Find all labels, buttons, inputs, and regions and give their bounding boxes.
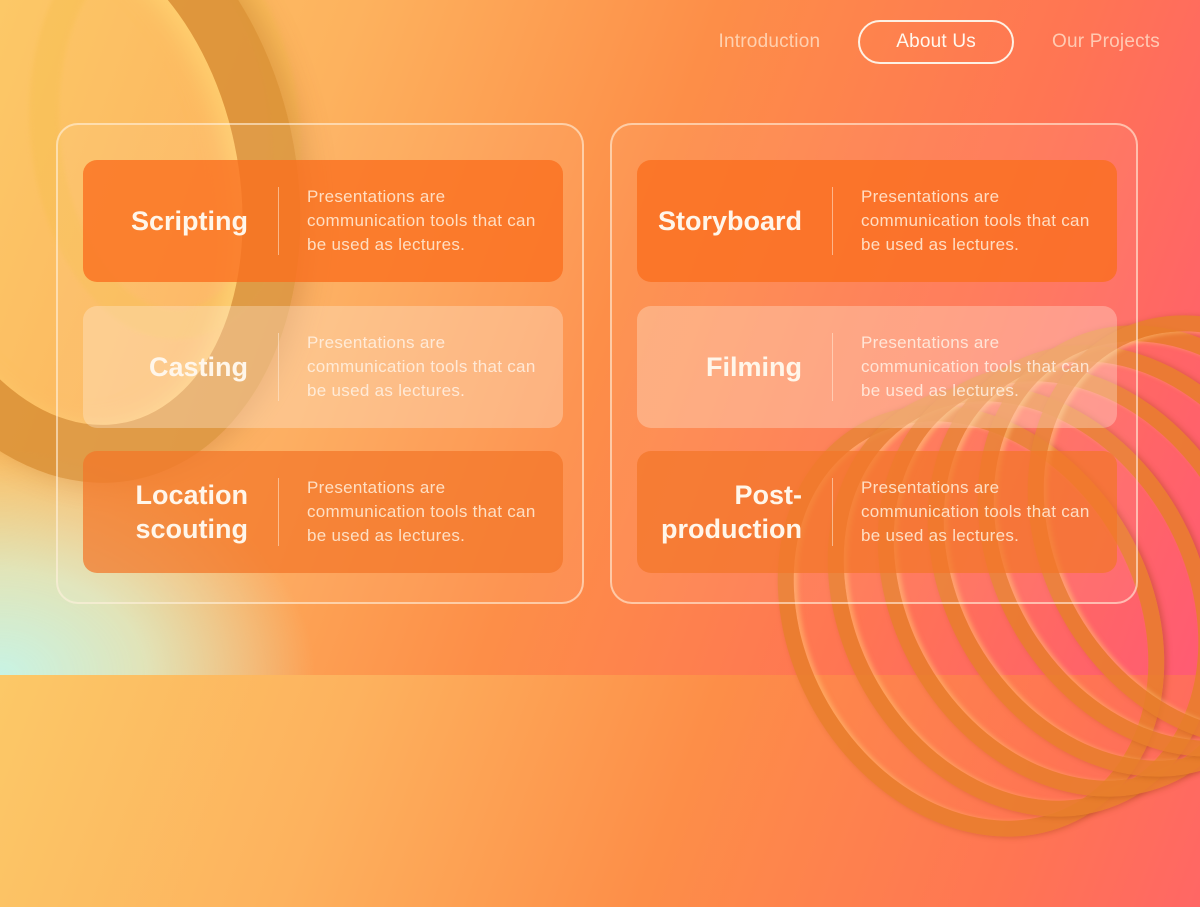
panel-left: Scripting Presentations are communicatio… (56, 123, 584, 604)
card-description: Presentations are communication tools th… (307, 333, 536, 400)
card-description: Presentations are communication tools th… (861, 333, 1090, 400)
card-title: Scripting (130, 206, 248, 236)
card-location-scouting: Location scouting Presentations are comm… (83, 451, 563, 573)
card-description: Presentations are communication tools th… (307, 478, 536, 545)
slide: Introduction About Us Our Projects Scrip… (0, 0, 1200, 907)
card-storyboard: Storyboard Presentations are communicati… (637, 160, 1117, 282)
nav-about-us[interactable]: About Us (858, 20, 1014, 64)
card-title: Casting (148, 352, 248, 382)
card-filming: Filming Presentations are communication … (637, 306, 1117, 428)
card-title: Storyboard (657, 206, 802, 236)
nav-our-projects[interactable]: Our Projects (1052, 31, 1160, 53)
card-casting: Casting Presentations are communication … (83, 306, 563, 428)
card-title: Filming (706, 352, 802, 382)
card-description: Presentations are communication tools th… (861, 478, 1090, 545)
card-title: Post- production (661, 480, 802, 544)
card-title: Location scouting (135, 480, 249, 544)
card-post-production: Post- production Presentations are commu… (637, 451, 1117, 573)
card-description: Presentations are communication tools th… (861, 187, 1090, 254)
card-scripting: Scripting Presentations are communicatio… (83, 160, 563, 282)
top-nav: Introduction About Us Our Projects (719, 20, 1160, 64)
card-description: Presentations are communication tools th… (307, 187, 536, 254)
nav-introduction[interactable]: Introduction (719, 31, 821, 53)
panel-right: Storyboard Presentations are communicati… (610, 123, 1138, 604)
